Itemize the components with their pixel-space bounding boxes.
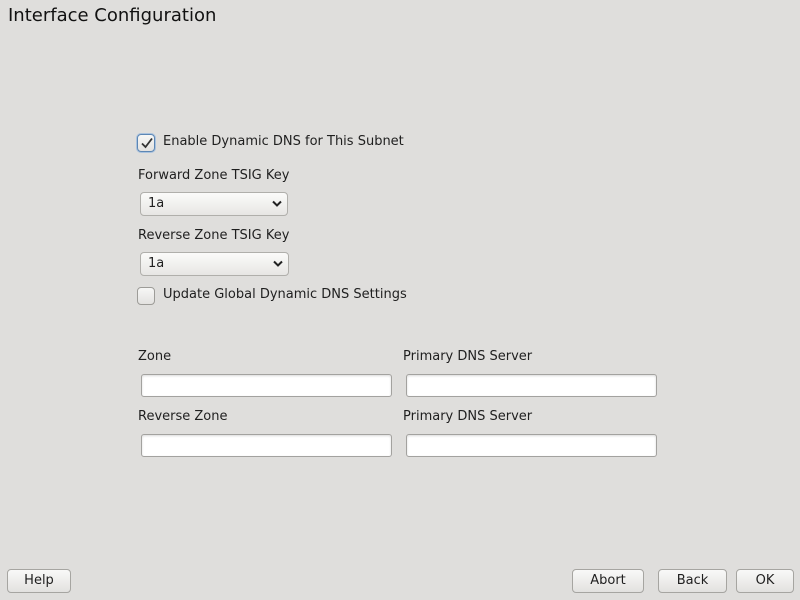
enable-ddns-checkbox[interactable] [137,134,155,152]
zone-primary-dns-input[interactable] [406,374,657,397]
checkmark-icon [141,137,153,149]
forward-tsig-value: 1a [148,196,165,211]
zone-label: Zone [138,349,172,364]
update-global-ddns-label[interactable]: Update Global Dynamic DNS Settings [163,287,407,302]
help-button[interactable]: Help [7,569,71,593]
reverse-tsig-label: Reverse Zone TSIG Key [138,228,290,243]
zone-input[interactable] [141,374,392,397]
update-global-ddns-checkbox[interactable] [137,287,155,305]
zone-primary-dns-label: Primary DNS Server [403,349,533,364]
chevron-down-icon [273,260,283,267]
reverse-primary-dns-input[interactable] [406,434,657,457]
forward-tsig-select[interactable]: 1a [140,192,288,216]
reverse-tsig-value: 1a [148,256,165,271]
abort-button[interactable]: Abort [572,569,644,593]
enable-ddns-label[interactable]: Enable Dynamic DNS for This Subnet [163,134,404,149]
ok-button[interactable]: OK [736,569,794,593]
reverse-tsig-select[interactable]: 1a [140,252,289,276]
chevron-down-icon [272,200,282,207]
window-title: Interface Configuration [8,5,217,26]
forward-tsig-label: Forward Zone TSIG Key [138,168,290,183]
reverse-zone-label: Reverse Zone [138,409,228,424]
reverse-zone-input[interactable] [141,434,392,457]
back-button[interactable]: Back [658,569,727,593]
reverse-primary-dns-label: Primary DNS Server [403,409,533,424]
